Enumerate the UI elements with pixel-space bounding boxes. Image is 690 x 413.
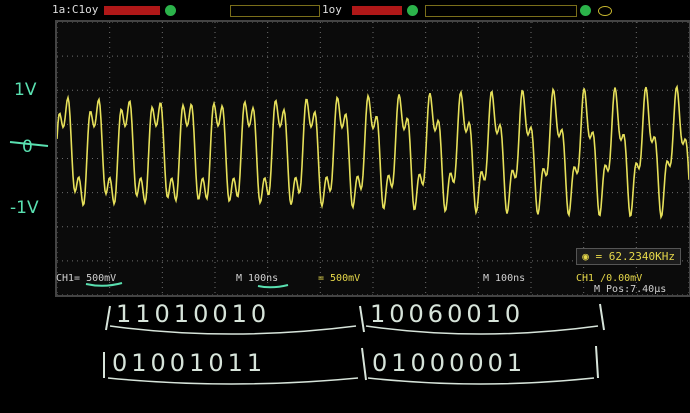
level-high-label: 1V xyxy=(14,80,37,100)
bits-row1-left: 11010010 xyxy=(116,300,271,328)
annotation-underlines xyxy=(9,141,605,385)
level-low-label: -1V xyxy=(10,198,39,218)
level-zero-label: 0 xyxy=(22,137,33,157)
bits-row2-left: 01001011 xyxy=(112,349,267,377)
bits-row2-right: 01000001 xyxy=(372,349,527,377)
bits-row1-right: 10060010 xyxy=(370,300,525,328)
